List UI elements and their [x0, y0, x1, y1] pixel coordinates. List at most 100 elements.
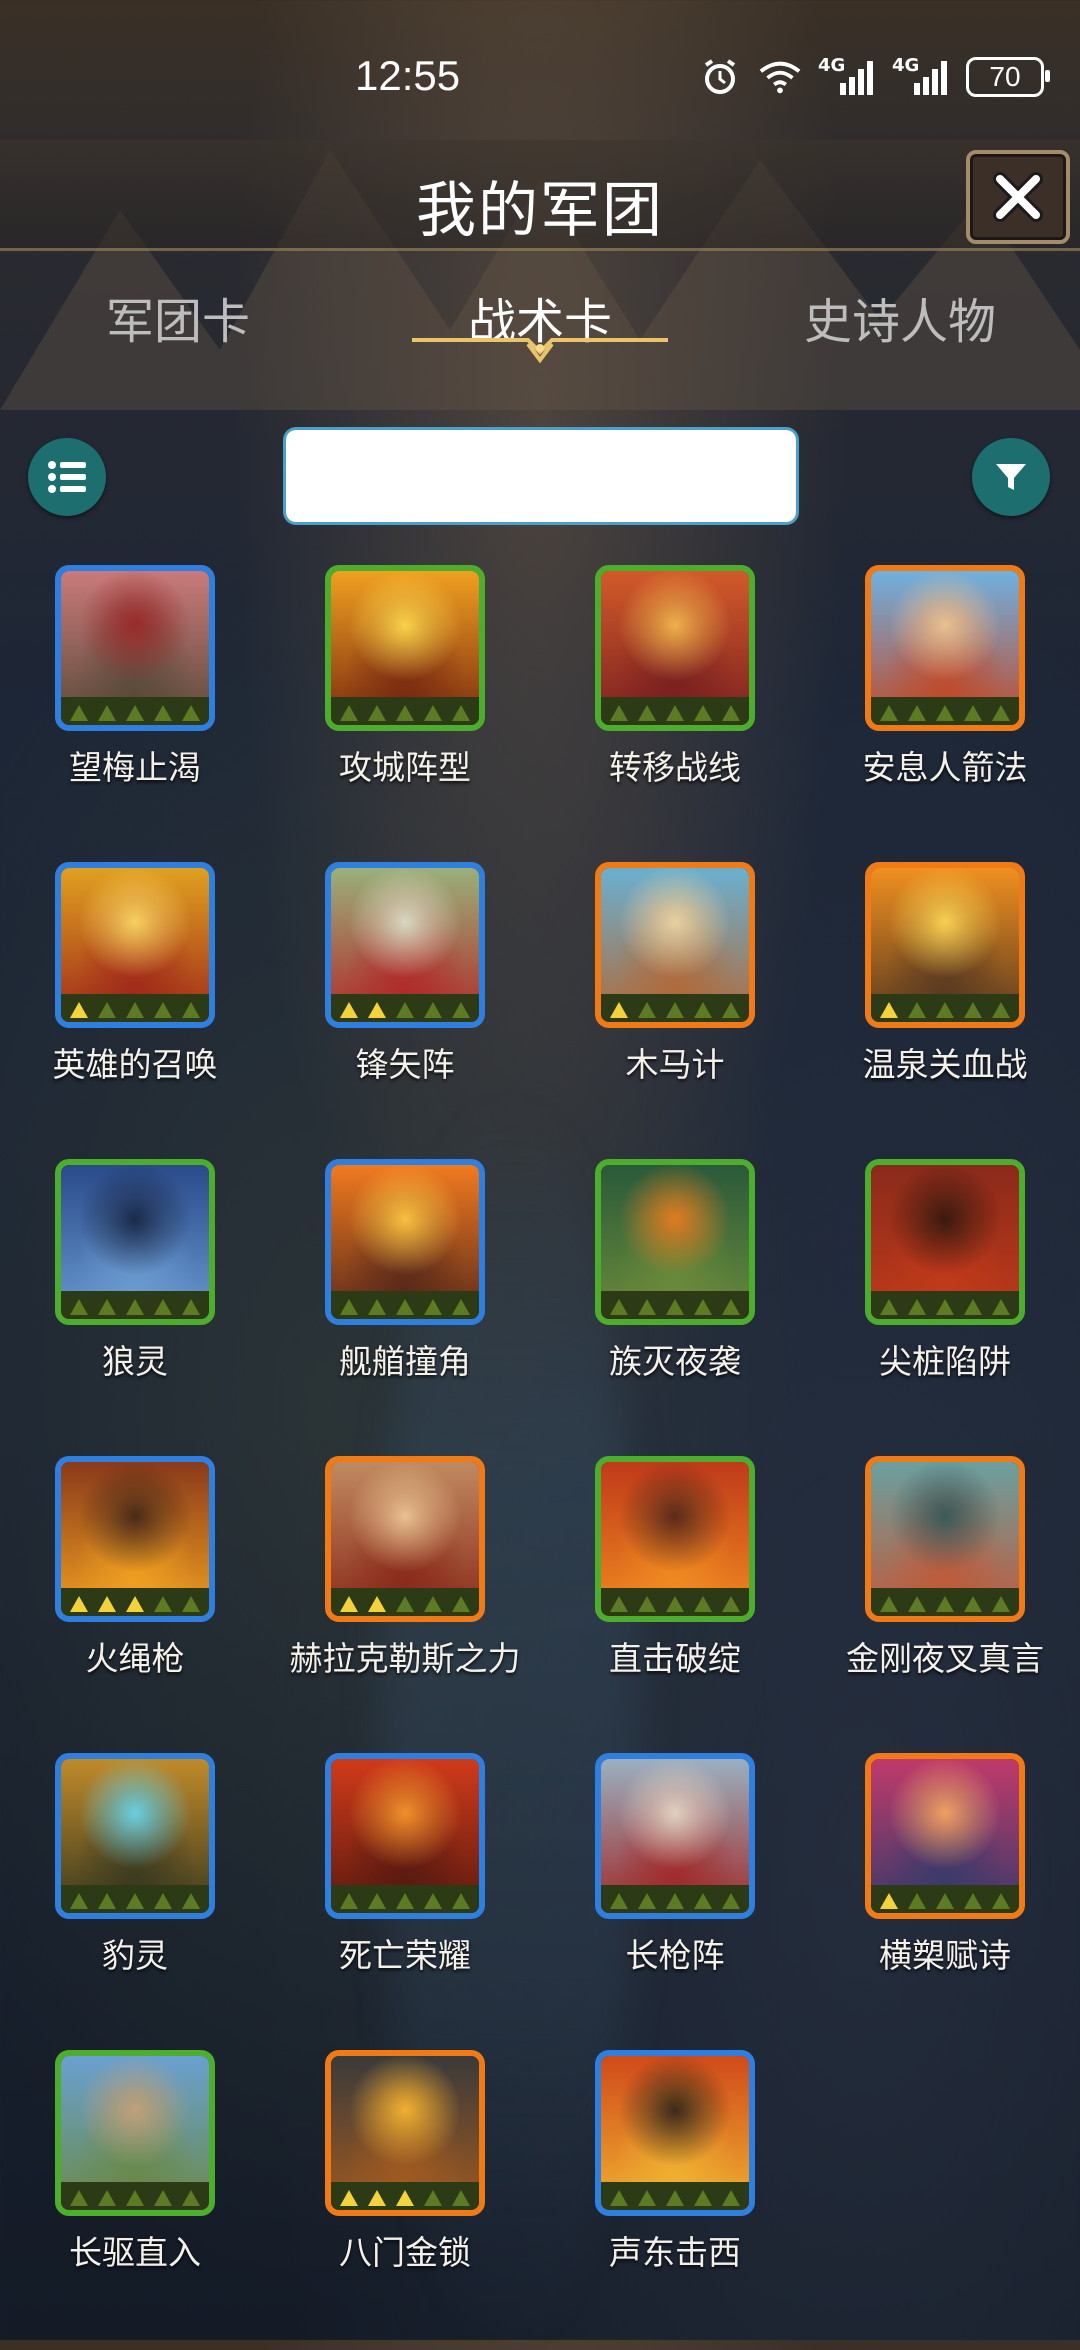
card-name: 赫拉克勒斯之力 — [289, 1639, 521, 1678]
close-icon — [993, 172, 1043, 222]
tactic-card[interactable]: 死亡荣耀 — [325, 1753, 595, 2050]
tactic-card[interactable]: 族灭夜袭 — [595, 1159, 865, 1456]
card-name: 温泉关血战 — [862, 1045, 1028, 1084]
crown-icon — [368, 1299, 386, 1315]
card-frame — [595, 1753, 755, 1919]
card-frame — [55, 1456, 215, 1622]
crown-icon — [992, 1596, 1010, 1612]
wifi-icon — [758, 55, 802, 99]
card-frame — [325, 1753, 485, 1919]
tactic-card[interactable]: 英雄的召唤 — [53, 862, 325, 1159]
tab-legion-cards[interactable]: 军团卡 — [28, 282, 328, 352]
tactic-card[interactable]: 声东击西 — [595, 2050, 865, 2347]
card-name: 豹灵 — [102, 1936, 168, 1975]
tactic-card[interactable]: 豹灵 — [55, 1753, 325, 2050]
tactic-card[interactable]: 赫拉克勒斯之力 — [290, 1456, 595, 1753]
card-frame — [325, 1456, 485, 1622]
crown-icon — [340, 1893, 358, 1909]
card-frame — [595, 565, 755, 731]
card-name: 锋矢阵 — [355, 1045, 455, 1084]
card-frame — [595, 2050, 755, 2216]
tactic-card[interactable]: 火绳枪 — [55, 1456, 325, 1753]
card-frame — [865, 1159, 1025, 1325]
crown-icon — [638, 1596, 656, 1612]
crown-icon — [936, 1596, 954, 1612]
crown-icon — [638, 1299, 656, 1315]
crown-icon — [98, 705, 116, 721]
card-star-row — [601, 1291, 749, 1319]
crown-icon — [396, 1299, 414, 1315]
tactic-card[interactable]: 温泉关血战 — [863, 862, 1080, 1159]
tactic-card[interactable]: 狼灵 — [55, 1159, 325, 1456]
card-name: 直击破绽 — [609, 1639, 741, 1678]
crown-icon — [880, 1893, 898, 1909]
crown-icon — [452, 705, 470, 721]
crown-icon — [126, 705, 144, 721]
crown-icon — [964, 1893, 982, 1909]
card-name: 长枪阵 — [625, 1936, 725, 1975]
tactic-card[interactable]: 横槊赋诗 — [865, 1753, 1080, 2050]
tactic-card[interactable]: 攻城阵型 — [325, 565, 595, 862]
card-name: 死亡荣耀 — [339, 1936, 471, 1975]
crown-icon — [396, 1893, 414, 1909]
crown-icon — [610, 2190, 628, 2206]
search-input[interactable] — [286, 430, 796, 522]
crown-icon — [396, 705, 414, 721]
card-frame — [595, 1159, 755, 1325]
alarm-icon — [698, 55, 742, 99]
crown-icon — [638, 2190, 656, 2206]
crown-icon — [154, 705, 172, 721]
tactic-card[interactable]: 转移战线 — [595, 565, 865, 862]
crown-icon — [936, 705, 954, 721]
card-star-row — [601, 1588, 749, 1616]
list-icon — [48, 461, 86, 493]
tactic-card[interactable]: 望梅止渴 — [55, 565, 325, 862]
crown-icon — [98, 2190, 116, 2206]
card-star-row — [871, 697, 1019, 725]
card-frame — [325, 862, 485, 1028]
crown-icon — [182, 1893, 200, 1909]
close-button[interactable] — [966, 150, 1070, 244]
card-star-row — [871, 1588, 1019, 1616]
tactic-card[interactable]: 木马计 — [595, 862, 865, 1159]
crown-icon — [182, 2190, 200, 2206]
tactic-card[interactable]: 安息人箭法 — [863, 565, 1080, 862]
crown-icon — [694, 1002, 712, 1018]
crown-icon — [610, 1893, 628, 1909]
tactic-card[interactable]: 长驱直入 — [55, 2050, 325, 2347]
card-star-row — [871, 994, 1019, 1022]
crown-icon — [908, 1002, 926, 1018]
list-view-button[interactable] — [28, 438, 106, 516]
card-star-row — [61, 994, 209, 1022]
card-star-row — [331, 1291, 479, 1319]
card-star-row — [601, 697, 749, 725]
crown-icon — [70, 1893, 88, 1909]
card-name: 攻城阵型 — [339, 748, 471, 787]
crown-icon — [126, 2190, 144, 2206]
card-frame — [55, 862, 215, 1028]
battery-indicator: 70 — [966, 57, 1050, 97]
crown-icon — [992, 1002, 1010, 1018]
crown-icon — [424, 1299, 442, 1315]
tactic-card[interactable]: 长枪阵 — [595, 1753, 865, 2050]
status-bar: 12:55 4G 4G 70 — [0, 0, 1080, 150]
tab-epic-characters[interactable]: 史诗人物 — [750, 282, 1050, 352]
filter-button[interactable] — [972, 438, 1050, 516]
card-star-row — [871, 1885, 1019, 1913]
crown-icon — [722, 1002, 740, 1018]
card-frame — [55, 1159, 215, 1325]
tactic-card[interactable]: 尖桩陷阱 — [865, 1159, 1080, 1456]
tactic-card[interactable]: 直击破绽 — [595, 1456, 865, 1753]
tactic-card[interactable]: 舰艏撞角 — [325, 1159, 595, 1456]
crown-icon — [694, 1893, 712, 1909]
crown-icon — [452, 1893, 470, 1909]
crown-icon — [182, 1299, 200, 1315]
crown-icon — [154, 1299, 172, 1315]
card-star-row — [331, 1885, 479, 1913]
tactic-card[interactable]: 金刚夜叉真言 — [846, 1456, 1080, 1753]
tactic-card[interactable]: 锋矢阵 — [325, 862, 595, 1159]
crown-icon — [936, 1002, 954, 1018]
card-name: 声东击西 — [609, 2233, 741, 2272]
tactic-card[interactable]: 八门金锁 — [325, 2050, 595, 2347]
crown-icon — [340, 2190, 358, 2206]
